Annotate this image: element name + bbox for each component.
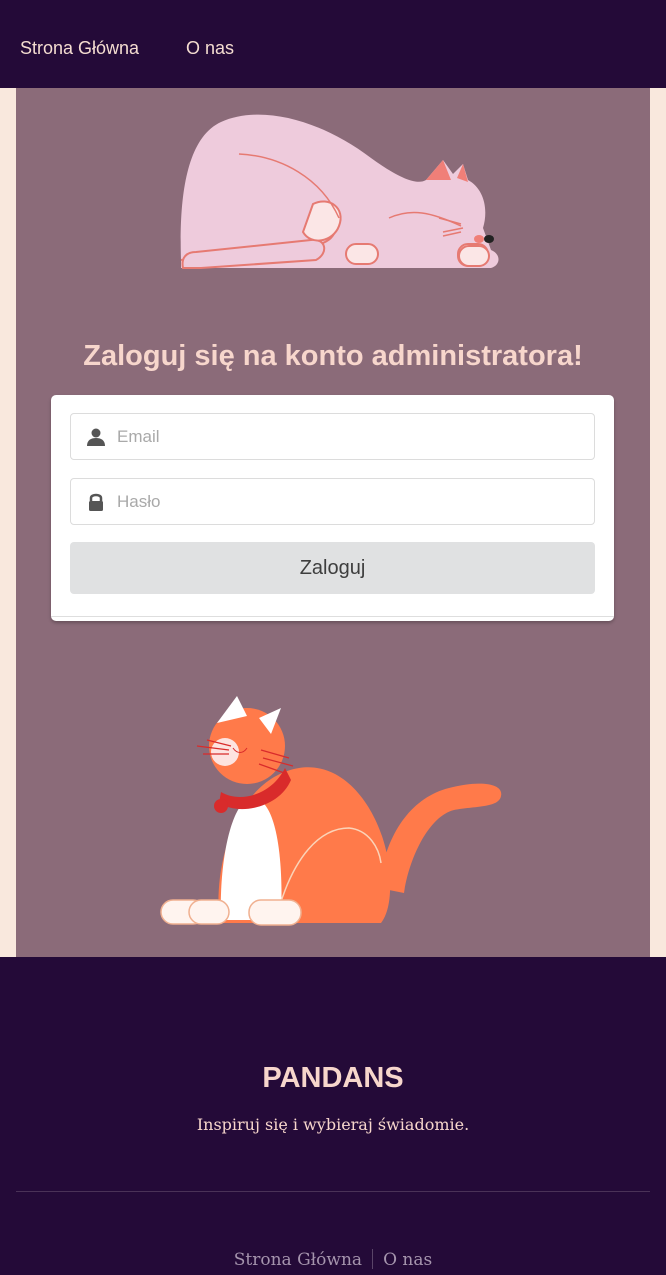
footer-link-separator xyxy=(372,1249,374,1269)
nav-link-about[interactable]: O nas xyxy=(186,38,234,59)
footer-link-home[interactable]: Strona Główna xyxy=(234,1250,362,1270)
footer-brand: PANDANS xyxy=(262,1062,404,1094)
login-form: Zaloguj xyxy=(51,395,614,621)
footer-divider xyxy=(16,1191,650,1192)
main-content: Zaloguj się na konto administratora! Zal… xyxy=(16,88,650,957)
footer-links: Strona Główna O nas xyxy=(0,1249,666,1270)
nav-link-home[interactable]: Strona Główna xyxy=(20,38,139,59)
sitting-cat-illustration xyxy=(160,696,502,926)
lock-icon xyxy=(89,493,103,511)
login-title: Zaloguj się na konto administratora! xyxy=(83,340,583,372)
sleeping-cat-illustration xyxy=(180,114,499,269)
footer-tagline: Inspiruj się i wybieraj świadomie. xyxy=(196,1115,470,1134)
email-input[interactable] xyxy=(117,414,577,459)
card-divider xyxy=(51,616,614,617)
top-navigation: Strona Główna O nas xyxy=(0,0,666,88)
footer-link-about[interactable]: O nas xyxy=(383,1250,432,1270)
login-button[interactable]: Zaloguj xyxy=(70,542,595,594)
email-field[interactable] xyxy=(70,413,595,460)
site-footer: PANDANS Inspiruj się i wybieraj świadomi… xyxy=(0,957,666,1275)
password-field[interactable] xyxy=(70,478,595,525)
user-icon xyxy=(87,428,105,446)
password-input[interactable] xyxy=(117,479,577,524)
